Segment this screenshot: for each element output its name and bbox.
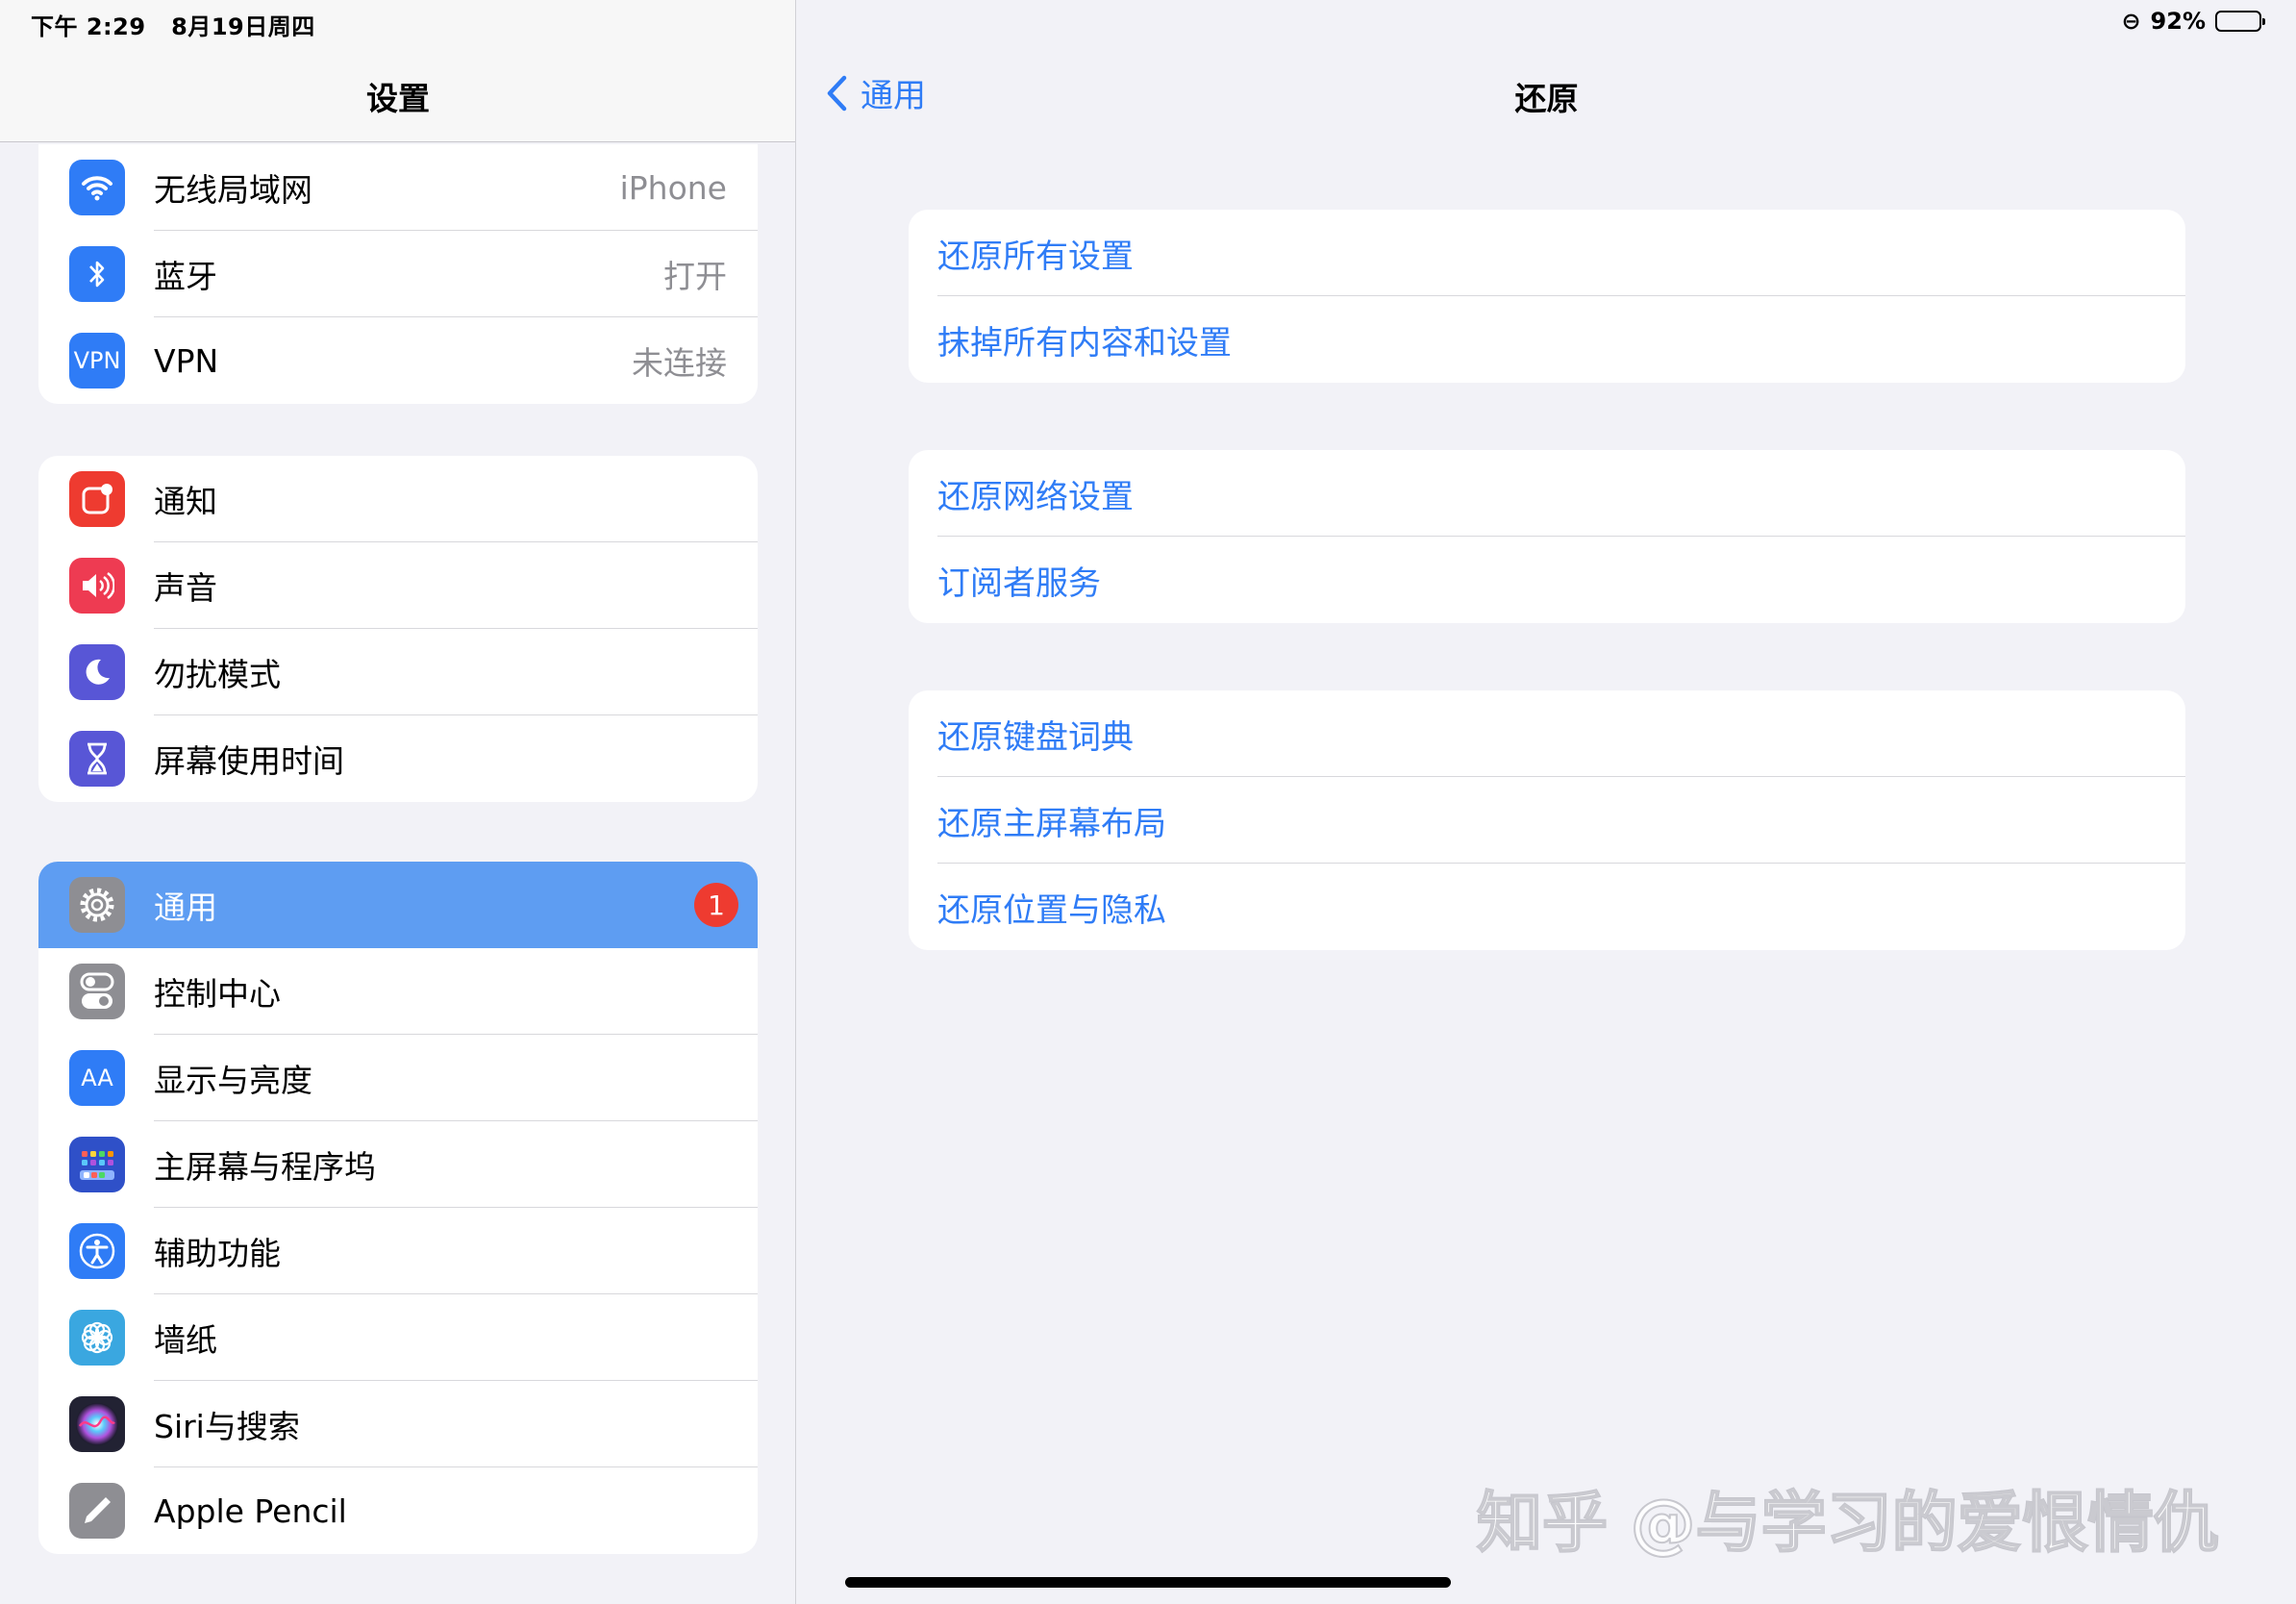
reset-option-row[interactable]: 还原所有设置 <box>909 210 2185 296</box>
sidebar-item[interactable]: 屏幕使用时间 <box>38 715 758 802</box>
battery-percent: 92% <box>2150 8 2206 35</box>
display-icon: AA <box>69 1050 125 1106</box>
sidebar-item-label: 主屏幕与程序坞 <box>154 1148 376 1186</box>
sidebar-item[interactable]: 通用 1 <box>38 862 758 948</box>
sidebar-item-label: 勿扰模式 <box>154 656 281 693</box>
sidebar-item[interactable]: 勿扰模式 <box>38 629 758 715</box>
reset-option-row[interactable]: 还原键盘词典 <box>909 690 2185 777</box>
sidebar-item-label: 无线局域网 <box>154 171 312 209</box>
sidebar-item-label: Siri与搜索 <box>154 1408 300 1445</box>
sidebar-item[interactable]: 控制中心 <box>38 948 758 1035</box>
sidebar-item[interactable]: 主屏幕与程序坞 <box>38 1121 758 1208</box>
reset-option-label: 抹掉所有内容和设置 <box>937 323 1232 363</box>
reset-option-label: 还原位置与隐私 <box>937 890 1166 930</box>
reset-option-label: 还原键盘词典 <box>937 717 1134 757</box>
link-icon: ⊖ <box>2121 8 2141 35</box>
reset-option-row[interactable]: 还原位置与隐私 <box>909 864 2185 950</box>
reset-options-group: 还原网络设置 订阅者服务 <box>909 450 2185 623</box>
sidebar-item[interactable]: 声音 <box>38 542 758 629</box>
reset-option-row[interactable]: 还原主屏幕布局 <box>909 777 2185 864</box>
reset-options-group: 还原所有设置抹掉所有内容和设置 <box>909 210 2185 383</box>
sidebar-item-label: 通知 <box>154 483 217 520</box>
settings-group: 无线局域网 iPhone 蓝牙 打开 VPN VPN 未连接 <box>38 144 758 404</box>
moon-icon <box>69 644 125 700</box>
sidebar-item-value: iPhone <box>619 168 727 207</box>
reset-options-group: 还原键盘词典 还原主屏幕布局 还原位置与隐私 <box>909 690 2185 950</box>
status-time: 下午 2:29 8月19日周四 <box>31 13 315 40</box>
home-indicator[interactable] <box>845 1577 1451 1588</box>
sidebar-item-value: 打开 <box>663 258 727 295</box>
sidebar-item-label: 控制中心 <box>154 975 281 1013</box>
sidebar-item[interactable]: 辅助功能 <box>38 1208 758 1294</box>
sidebar-item-value: 未连接 <box>632 344 727 382</box>
siri-icon <box>69 1396 125 1452</box>
sidebar-item-label: 蓝牙 <box>154 258 217 295</box>
notification-badge: 1 <box>694 883 738 927</box>
sidebar-item-label: 辅助功能 <box>154 1235 281 1272</box>
bluetooth-icon <box>69 246 125 302</box>
wifi-icon <box>69 160 125 215</box>
sidebar-item[interactable]: 通知 <box>38 456 758 542</box>
battery-icon <box>2215 11 2265 32</box>
toggles-icon <box>69 964 125 1019</box>
sidebar-item[interactable]: 无线局域网 iPhone <box>38 144 758 231</box>
reset-option-row[interactable]: 还原网络设置 <box>909 450 2185 537</box>
gear-icon <box>69 877 125 933</box>
sidebar-item-label: 显示与亮度 <box>154 1062 312 1099</box>
wallpaper-icon <box>69 1310 125 1366</box>
settings-sidebar: 设置 无线局域网 iPhone 蓝牙 打开 VPN VPN 未连接通知声音勿扰模式屏幕使用时… <box>0 0 796 1604</box>
sidebar-item-label: 声音 <box>154 569 217 607</box>
reset-option-row[interactable]: 抹掉所有内容和设置 <box>909 296 2185 383</box>
sidebar-item[interactable]: Siri与搜索 <box>38 1381 758 1467</box>
reset-option-label: 还原主屏幕布局 <box>937 804 1166 843</box>
sidebar-item[interactable]: AA 显示与亮度 <box>38 1035 758 1121</box>
sidebar-item-label: 屏幕使用时间 <box>154 742 344 780</box>
sidebar-item[interactable]: 墙纸 <box>38 1294 758 1381</box>
home-screen-icon <box>69 1137 125 1192</box>
sidebar-item-label: 通用 <box>154 889 217 926</box>
sidebar-item-label: VPN <box>154 341 219 380</box>
sidebar-item[interactable]: Apple Pencil <box>38 1467 758 1554</box>
reset-option-label: 订阅者服务 <box>937 564 1101 603</box>
notifications-icon <box>69 471 125 527</box>
page-title: 还原 <box>1514 80 1579 117</box>
accessibility-icon <box>69 1223 125 1279</box>
settings-group: 通用 1 控制中心 AA 显示与亮度主屏幕与程序坞 辅助功能墙纸 Siri与搜索 Apple … <box>38 862 758 1554</box>
sidebar-item-label: 墙纸 <box>154 1321 217 1359</box>
sidebar-item-label: Apple Pencil <box>154 1491 347 1530</box>
sidebar-title: 设置 <box>366 80 430 117</box>
reset-option-label: 还原所有设置 <box>937 237 1134 276</box>
sound-icon <box>69 558 125 614</box>
hourglass-icon <box>69 731 125 787</box>
reset-option-row[interactable]: 订阅者服务 <box>909 537 2185 623</box>
status-bar: 下午 2:29 8月19日周四 ⊖ 92% <box>0 0 2296 44</box>
watermark: 知乎 @与学习的爱恨情仇 <box>1476 1485 2220 1563</box>
reset-option-label: 还原网络设置 <box>937 477 1134 516</box>
settings-group: 通知声音勿扰模式屏幕使用时间 <box>38 456 758 802</box>
pencil-icon <box>69 1483 125 1539</box>
sidebar-item[interactable]: 蓝牙 打开 <box>38 231 758 317</box>
sidebar-item[interactable]: VPN VPN 未连接 <box>38 317 758 404</box>
detail-pane: 通用 还原 还原所有设置 抹掉所有内容和设置 还原网络设置 订阅者服务 还原键盘词典 还原… <box>797 0 2296 1604</box>
vpn-icon: VPN <box>69 333 125 388</box>
status-right: ⊖ 92% <box>2121 8 2265 35</box>
